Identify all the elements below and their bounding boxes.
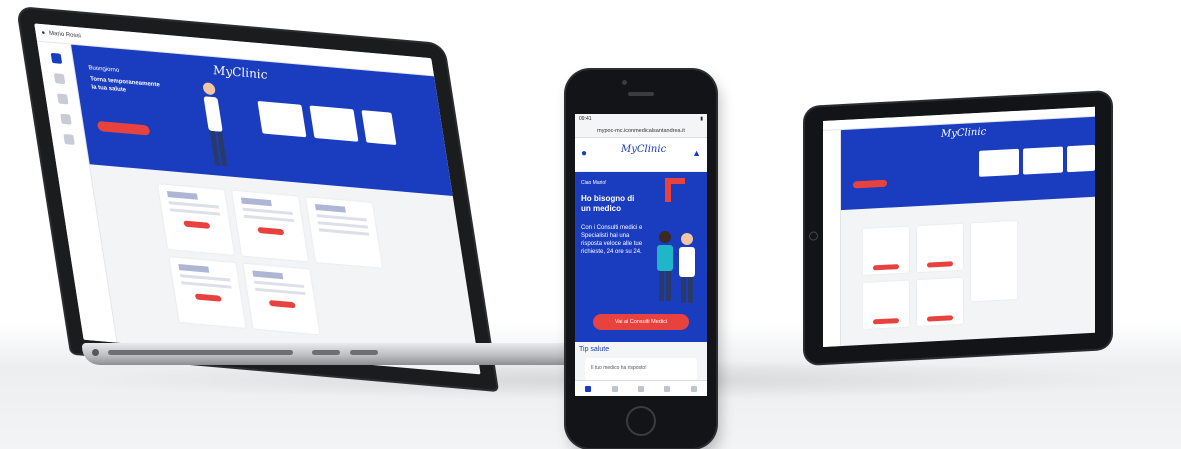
port: [350, 350, 378, 355]
hero-text: Con i Consulti medici e Specialisti hai …: [581, 225, 643, 255]
profile-icon[interactable]: ●: [581, 148, 587, 159]
consult-button[interactable]: Vai ai Consulti Medici: [593, 314, 689, 330]
service-card[interactable]: [157, 184, 235, 255]
hero-title: Torna temporaneamente la tua salute: [89, 76, 161, 94]
service-card[interactable]: [231, 190, 309, 262]
speaker: [628, 92, 654, 96]
home-icon[interactable]: [585, 385, 592, 392]
info-card[interactable]: [1067, 144, 1095, 173]
service-card[interactable]: [863, 280, 909, 329]
user-name[interactable]: Mario Rossi: [49, 30, 82, 39]
info-card[interactable]: [979, 148, 1019, 177]
product-showcase: ● Mario Rossi Buongiorno Torna temporane…: [0, 0, 1181, 449]
folder-icon[interactable]: [664, 385, 671, 392]
tips-title: Tip salute: [579, 346, 610, 353]
hero-title: Ho bisogno di un medico: [581, 194, 635, 213]
brand-logo: MyClinic: [621, 144, 667, 155]
profile-icon[interactable]: [611, 385, 618, 392]
service-card[interactable]: [243, 263, 320, 335]
home-icon[interactable]: [50, 52, 62, 64]
tablet-sidebar: [823, 130, 841, 348]
laptop-screen: ● Mario Rossi Buongiorno Torna temporane…: [34, 23, 481, 375]
documents-icon[interactable]: [56, 93, 69, 105]
doctor-illustration: [203, 82, 228, 167]
laptop-base: [82, 343, 582, 365]
service-card[interactable]: [971, 220, 1017, 302]
doctor-illustration: [657, 231, 695, 303]
tablet-home-button[interactable]: [809, 231, 818, 241]
documents-icon[interactable]: [637, 385, 644, 392]
port: [312, 350, 340, 355]
profile-icon[interactable]: [53, 73, 65, 85]
info-card[interactable]: [361, 110, 397, 146]
tablet-screen: MyClinic: [823, 106, 1095, 348]
bell-icon[interactable]: ▲: [692, 148, 701, 158]
phone-hero: Ciao Mario! Ho bisogno di un medico Con …: [575, 172, 707, 342]
url-bar[interactable]: mypoc-mc.iconmedicalsantandrea.it: [575, 124, 707, 138]
info-card[interactable]: [309, 105, 359, 142]
service-grid: [157, 184, 403, 365]
tip-text: Il tuo medico ha risposto!: [591, 365, 647, 371]
service-card[interactable]: [917, 277, 963, 327]
hero-text: Buongiorno Torna temporaneamente la tua …: [88, 64, 162, 97]
calendar-icon[interactable]: [59, 113, 72, 125]
brand-mark: [665, 178, 685, 202]
tip-card[interactable]: Il tuo medico ha risposto!: [585, 358, 697, 380]
phone: 09:41 ▮ mypoc-mc.iconmedicalsantandrea.i…: [566, 70, 716, 448]
service-card[interactable]: [305, 197, 383, 268]
status-time: 09:41: [579, 116, 592, 122]
power-led: [92, 349, 99, 356]
phone-header: ● MyClinic ▲: [575, 138, 707, 172]
service-card[interactable]: [169, 257, 246, 328]
tablet-hero: MyClinic: [841, 116, 1095, 211]
status-bar: 09:41 ▮: [575, 114, 707, 124]
chart-icon[interactable]: [690, 385, 697, 392]
user-icon: ●: [41, 29, 46, 36]
vent: [108, 350, 293, 355]
tablet: MyClinic: [805, 91, 1111, 364]
front-camera: [622, 80, 627, 85]
brand-logo: MyClinic: [941, 126, 987, 140]
service-card[interactable]: [863, 226, 909, 275]
tab-bar: [575, 380, 707, 396]
battery-icon: ▮: [700, 116, 703, 122]
info-card[interactable]: [257, 100, 307, 138]
laptop: ● Mario Rossi Buongiorno Torna temporane…: [18, 8, 497, 390]
hero-cta-button[interactable]: [853, 179, 887, 189]
chart-icon[interactable]: [62, 133, 75, 145]
service-card[interactable]: [917, 223, 963, 273]
phone-home-button[interactable]: [626, 406, 656, 436]
hero-cta-button[interactable]: [96, 120, 151, 136]
info-card[interactable]: [1023, 146, 1063, 175]
hero-greeting: Ciao Mario!: [581, 180, 607, 186]
phone-screen: 09:41 ▮ mypoc-mc.iconmedicalsantandrea.i…: [575, 114, 707, 396]
